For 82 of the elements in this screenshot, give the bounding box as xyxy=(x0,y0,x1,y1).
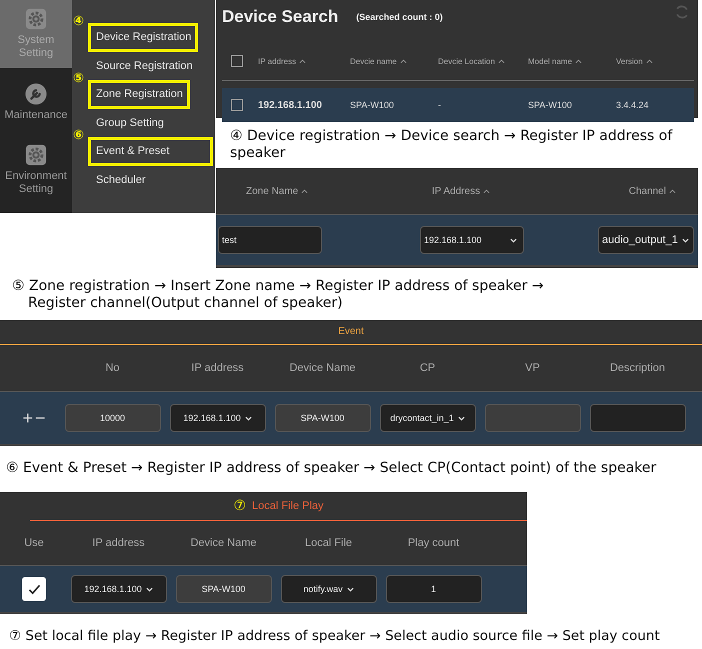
chevron-icon xyxy=(146,586,153,592)
input-field[interactable]: 1 xyxy=(386,575,482,603)
wrench-icon xyxy=(25,82,47,104)
column-header[interactable]: Devcie name xyxy=(350,56,397,66)
column-header: CP xyxy=(420,362,436,374)
column-header[interactable]: Version xyxy=(616,56,643,66)
gear-icon xyxy=(25,144,47,166)
input-field[interactable]: SPA-W100 xyxy=(274,404,370,432)
table-cell-text: SPA-W100 xyxy=(350,100,395,110)
column-header: No xyxy=(105,362,120,374)
table-row[interactable]: 192.168.1.100 SPA-W100 - SPA-W100 3.4.4.24 xyxy=(222,88,694,122)
step-marker: ⑦ xyxy=(233,498,246,514)
caption: ⑦ Set local file play → Register IP address of speaker → Select audio source file → Set play count xyxy=(8,627,661,644)
dropdown[interactable]: drycontact_in_1 xyxy=(380,404,476,432)
menu-category[interactable]: Environment Setting xyxy=(0,136,72,204)
caret-icon xyxy=(498,58,505,64)
dropdown[interactable]: audio_output_1 xyxy=(598,226,694,254)
column-header: IP address xyxy=(92,537,145,549)
caret-icon xyxy=(299,58,306,64)
submenu-item[interactable]: Event & Preset xyxy=(88,137,213,166)
caption: ④ Device registration → Device search → Register IP address of speaker xyxy=(229,127,674,163)
step-marker: ④ xyxy=(73,14,84,29)
column-header: Device Name xyxy=(289,362,356,374)
caption: ⑤ Zone registration → Insert Zone name → Register IP address of speaker → xyxy=(12,278,545,295)
input-field[interactable] xyxy=(590,404,686,432)
menu-category[interactable]: Maintenance xyxy=(0,68,72,136)
column-header[interactable]: Channel xyxy=(628,186,666,196)
column-header[interactable]: Model name xyxy=(528,56,572,66)
panel-title: Device Search xyxy=(222,7,338,27)
input-field[interactable]: 10000 xyxy=(64,404,160,432)
chevron-icon xyxy=(458,416,465,420)
panel-title: Event xyxy=(338,326,364,337)
submenu-item[interactable]: Group Setting xyxy=(88,108,164,137)
remove-button[interactable]: − xyxy=(35,409,46,427)
dropdown[interactable]: 192.168.1.100 xyxy=(70,575,166,603)
column-header[interactable]: Devcie Location xyxy=(438,56,495,66)
caret-icon xyxy=(646,58,653,64)
column-header: Use xyxy=(24,537,44,549)
panel-title: Local File Play xyxy=(252,500,324,512)
column-header: Device Name xyxy=(190,537,257,549)
table-cell-text: SPA-W100 xyxy=(528,100,573,110)
caret-icon xyxy=(301,188,308,194)
caret-icon xyxy=(668,188,676,194)
caption: Register channel(Output channel of speaker) xyxy=(27,295,344,312)
column-header[interactable]: IP address xyxy=(258,56,296,66)
dropdown[interactable]: 192.168.1.100 xyxy=(420,226,524,254)
chevron-icon xyxy=(510,238,517,242)
chevron-icon xyxy=(346,586,354,592)
gear-icon xyxy=(25,8,47,30)
dropdown[interactable]: notify.wav xyxy=(280,575,376,603)
checkmark-icon xyxy=(28,584,40,594)
input-field[interactable]: test xyxy=(218,226,322,254)
use-checkbox[interactable] xyxy=(22,577,46,601)
table-cell-text: 3.4.4.24 xyxy=(616,100,650,110)
column-header: Description xyxy=(610,362,666,374)
column-header: Play count xyxy=(408,537,460,549)
add-button[interactable]: + xyxy=(22,409,33,427)
column-header: VP xyxy=(525,362,540,374)
submenu-item[interactable]: Source Registration xyxy=(88,52,193,80)
table-cell-text: 192.168.1.100 xyxy=(258,100,323,110)
chevron-icon xyxy=(244,416,252,420)
submenu-item[interactable]: Scheduler xyxy=(88,166,146,194)
submenu-item[interactable]: Device Registration xyxy=(88,23,198,52)
caret-icon xyxy=(400,58,407,64)
input-field[interactable] xyxy=(484,404,580,432)
submenu-item[interactable]: Zone Registration xyxy=(88,80,190,108)
caret-icon xyxy=(575,58,582,64)
table-cell-text: - xyxy=(438,100,442,110)
row-checkbox[interactable] xyxy=(231,99,243,111)
caption: ⑥ Event & Preset → Register IP address of speaker → Select CP(Contact point) of the speaker xyxy=(5,459,658,478)
chevron-icon xyxy=(682,238,689,242)
column-header: Local File xyxy=(304,537,352,549)
column-header[interactable]: IP Address xyxy=(432,186,480,196)
select-all-checkbox[interactable] xyxy=(231,55,243,67)
column-header: IP address xyxy=(191,362,244,374)
input-field[interactable]: SPA-W100 xyxy=(176,575,272,603)
column-header[interactable]: Zone Name xyxy=(246,186,298,196)
dropdown[interactable]: 192.168.1.100 xyxy=(170,404,266,432)
search-count: (Searched count : 0) xyxy=(356,12,443,22)
caret-icon xyxy=(483,188,490,194)
step-marker: ⑥ xyxy=(73,128,84,143)
step-marker: ⑤ xyxy=(73,71,84,86)
